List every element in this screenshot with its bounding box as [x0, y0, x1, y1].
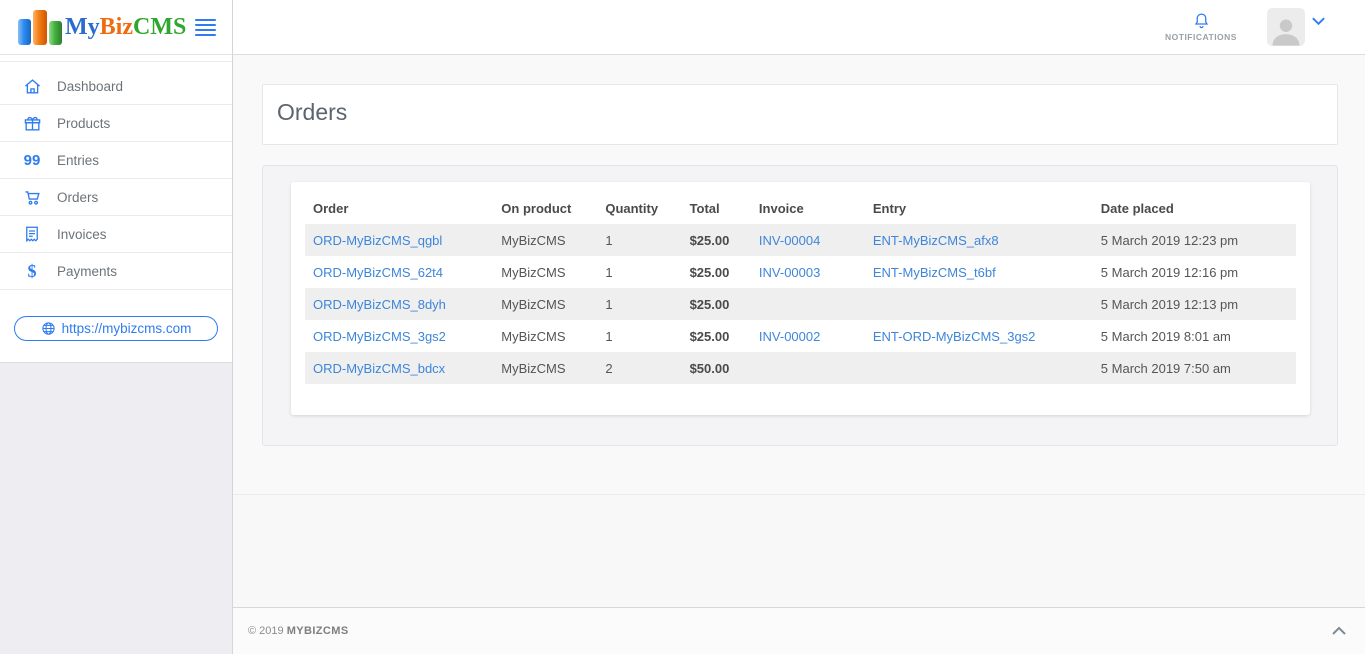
column-header-date: Date placed	[1100, 200, 1174, 216]
bar-chart-logo-icon	[18, 9, 62, 45]
column-header-on-product: On product	[501, 200, 572, 216]
order-link[interactable]: ORD-MyBizCMS_8dyh	[313, 297, 446, 312]
sidebar-item-label: Payments	[57, 263, 118, 279]
brand-segment-biz: Biz	[99, 14, 133, 40]
logo-bar-blue	[18, 18, 31, 45]
orders-table-card: Order On product Quantity Total Invoice …	[291, 182, 1310, 415]
user-menu[interactable]	[1267, 8, 1326, 46]
date-cell: 5 March 2019 8:01 am	[1100, 328, 1231, 344]
sidebar-item-label: Dashboard	[57, 78, 124, 94]
site-url-button[interactable]: https://mybizcms.com	[14, 316, 218, 341]
avatar	[1267, 8, 1305, 46]
logo-area: MyBizCMS	[0, 0, 232, 55]
order-link[interactable]: ORD-MyBizCMS_3gs2	[313, 329, 446, 344]
total-cell: $25.00	[689, 328, 730, 344]
logo-bar-green	[49, 20, 62, 45]
dollar-icon: $	[27, 260, 37, 281]
brand-segment-my: My	[65, 14, 100, 40]
99-icon: 99	[23, 151, 41, 169]
column-header-quantity: Quantity	[605, 200, 659, 216]
sidebar-item-payments[interactable]: $ Payments	[0, 253, 232, 290]
sidebar-item-entries[interactable]: 99 Entries	[0, 142, 232, 179]
main-column: NOTIFICATIONS Orders Order On product Qu…	[233, 0, 1365, 654]
gift-icon	[20, 114, 44, 133]
home-icon	[20, 77, 44, 96]
total-cell: $50.00	[689, 360, 730, 376]
bell-icon	[1193, 12, 1210, 29]
column-header-entry: Entry	[872, 200, 907, 216]
site-url-label: https://mybizcms.com	[61, 321, 192, 336]
cart-icon	[20, 188, 44, 207]
orders-panel: Order On product Quantity Total Invoice …	[262, 165, 1338, 446]
order-link[interactable]: ORD-MyBizCMS_qgbl	[313, 233, 442, 248]
lower-band	[233, 494, 1365, 607]
product-cell: MyBizCMS	[501, 360, 566, 376]
table-header-row: Order On product Quantity Total Invoice …	[305, 192, 1296, 224]
table-row: ORD-MyBizCMS_8dyh MyBizCMS 1 $25.00 5 Ma…	[305, 288, 1296, 320]
sidebar-item-products[interactable]: Products	[0, 105, 232, 142]
footer-brand: MYBIZCMS	[286, 625, 349, 637]
notifications-label: NOTIFICATIONS	[1165, 32, 1237, 42]
date-cell: 5 March 2019 12:23 pm	[1100, 232, 1239, 248]
sidebar-item-orders[interactable]: Orders	[0, 179, 232, 216]
table-row: ORD-MyBizCMS_bdcx MyBizCMS 2 $50.00 5 Ma…	[305, 352, 1296, 384]
invoice-link[interactable]: INV-00004	[759, 233, 820, 248]
date-cell: 5 March 2019 12:16 pm	[1100, 264, 1239, 280]
hamburger-menu-icon[interactable]	[195, 18, 216, 36]
quantity-cell: 1	[605, 232, 613, 248]
table-row: ORD-MyBizCMS_62t4 MyBizCMS 1 $25.00 INV-…	[305, 256, 1296, 288]
chevron-down-icon	[1311, 13, 1326, 31]
notifications-button[interactable]: NOTIFICATIONS	[1160, 12, 1242, 42]
total-cell: $25.00	[689, 232, 730, 248]
column-header-invoice: Invoice	[758, 200, 804, 216]
sidebar-item-label: Entries	[57, 152, 100, 168]
invoice-icon	[20, 225, 44, 243]
quantity-cell: 2	[605, 360, 613, 376]
copyright-text: © 2019 MYBIZCMS	[248, 625, 349, 637]
sidebar-item-dashboard[interactable]: Dashboard	[0, 68, 232, 105]
invoice-link[interactable]: INV-00002	[759, 329, 820, 344]
chevron-up-icon[interactable]	[1331, 626, 1347, 636]
brand-segment-cms: CMS	[132, 14, 187, 40]
product-cell: MyBizCMS	[501, 264, 566, 280]
person-icon	[1272, 19, 1300, 46]
globe-icon	[41, 321, 56, 336]
quantity-cell: 1	[605, 264, 613, 280]
total-cell: $25.00	[689, 264, 730, 280]
entry-link[interactable]: ENT-MyBizCMS_t6bf	[873, 265, 996, 280]
product-cell: MyBizCMS	[501, 328, 566, 344]
total-cell: $25.00	[689, 296, 730, 312]
sidebar-item-label: Orders	[57, 189, 99, 205]
product-cell: MyBizCMS	[501, 296, 566, 312]
order-link[interactable]: ORD-MyBizCMS_bdcx	[313, 361, 445, 376]
sidebar-item-label: Products	[57, 115, 111, 131]
sidebar: MyBizCMS Dashboard Products 99 Entries O…	[0, 0, 233, 654]
date-cell: 5 March 2019 7:50 am	[1100, 360, 1231, 376]
orders-table: Order On product Quantity Total Invoice …	[305, 192, 1296, 384]
entry-link[interactable]: ENT-MyBizCMS_afx8	[873, 233, 999, 248]
entry-link[interactable]: ENT-ORD-MyBizCMS_3gs2	[873, 329, 1036, 344]
logo-bar-orange	[33, 9, 47, 45]
brand-wordmark: MyBizCMS	[65, 15, 186, 39]
sidebar-menu-area: Dashboard Products 99 Entries Orders Inv…	[0, 55, 232, 363]
content-area: Orders Order On product Quantity Total I…	[233, 55, 1365, 494]
table-row: ORD-MyBizCMS_qgbl MyBizCMS 1 $25.00 INV-…	[305, 224, 1296, 256]
sidebar-item-label: Invoices	[57, 226, 107, 242]
table-row: ORD-MyBizCMS_3gs2 MyBizCMS 1 $25.00 INV-…	[305, 320, 1296, 352]
product-cell: MyBizCMS	[501, 232, 566, 248]
order-link[interactable]: ORD-MyBizCMS_62t4	[313, 265, 443, 280]
column-header-total: Total	[689, 200, 720, 216]
footer: © 2019 MYBIZCMS	[233, 607, 1365, 654]
sidebar-item-invoices[interactable]: Invoices	[0, 216, 232, 253]
invoice-link[interactable]: INV-00003	[759, 265, 820, 280]
page-title-card: Orders	[262, 84, 1338, 145]
quantity-cell: 1	[605, 296, 613, 312]
sidebar-menu: Dashboard Products 99 Entries Orders Inv…	[0, 61, 232, 290]
page-title: Orders	[277, 99, 348, 125]
column-header-order: Order	[313, 200, 349, 216]
date-cell: 5 March 2019 12:13 pm	[1100, 296, 1239, 312]
quantity-cell: 1	[605, 328, 613, 344]
topbar: NOTIFICATIONS	[233, 0, 1365, 55]
